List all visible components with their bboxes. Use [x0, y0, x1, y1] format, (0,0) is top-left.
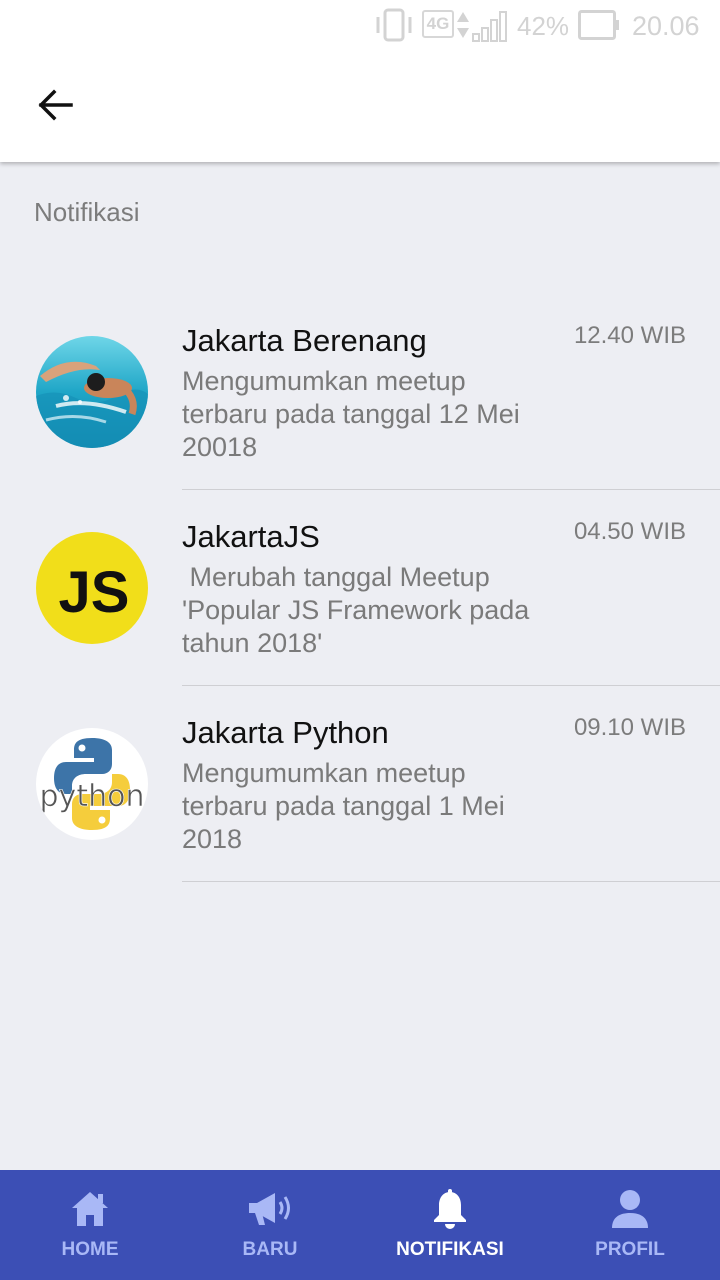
vibrate-icon: [374, 8, 414, 47]
status-bar: 4G 42% 20.06: [0, 0, 720, 52]
battery-icon: [578, 10, 620, 45]
notification-item-jakarta-berenang[interactable]: Jakarta Berenang Mengumumkan meetup terb…: [0, 294, 720, 490]
notification-message: Merubah tanggal Meetup 'Popular JS Frame…: [182, 562, 537, 658]
arrow-back-icon: [37, 89, 73, 126]
megaphone-icon: [247, 1190, 293, 1233]
python-logo-avatar: python: [36, 728, 148, 840]
nav-label: BARU: [242, 1239, 298, 1260]
page-title: Notifikasi: [34, 197, 140, 227]
person-icon: [611, 1189, 649, 1234]
nav-label: NOTIFIKASI: [396, 1239, 504, 1260]
svg-text:python: python: [40, 779, 145, 814]
notification-message: Mengumumkan meetup terbaru pada tanggal …: [182, 758, 513, 854]
notification-item-jakartajs[interactable]: JS JakartaJS Merubah tanggal Meetup 'Pop…: [0, 490, 720, 686]
signal-icon: [472, 10, 508, 47]
nav-item-profil[interactable]: PROFIL: [540, 1170, 720, 1280]
home-icon: [70, 1190, 110, 1233]
nav-item-home[interactable]: HOME: [0, 1170, 180, 1280]
back-button[interactable]: [24, 80, 86, 134]
network-arrows-icon: [456, 10, 470, 45]
bottom-navigation: HOME BARU NOTIFIKASI PROFIL: [0, 1170, 720, 1280]
bell-icon: [432, 1188, 468, 1234]
swimmer-avatar: [36, 336, 148, 448]
notification-message: Mengumumkan meetup terbaru pada tanggal …: [182, 366, 528, 462]
notification-title: JakartaJS: [182, 519, 320, 554]
notification-title: Jakarta Berenang: [182, 323, 427, 358]
battery-percent: 42%: [517, 11, 570, 41]
notification-item-jakarta-python[interactable]: python Jakarta Python Mengumumkan meetup…: [0, 686, 720, 882]
js-logo-avatar: JS: [36, 532, 148, 644]
nav-item-notifikasi[interactable]: NOTIFIKASI: [360, 1170, 540, 1280]
status-time: 20.06: [632, 11, 700, 41]
svg-text:JS: JS: [59, 560, 130, 625]
divider: [182, 881, 720, 882]
notification-time: 12.40 WIB: [573, 322, 686, 349]
nav-item-baru[interactable]: BARU: [180, 1170, 360, 1280]
notification-time: 04.50 WIB: [573, 518, 686, 545]
notification-title: Jakarta Python: [182, 715, 389, 750]
app-header: 4G 42% 20.06: [0, 0, 720, 162]
notification-time: 09.10 WIB: [573, 714, 686, 741]
nav-label: PROFIL: [595, 1239, 665, 1260]
network-type-badge: 4G: [422, 10, 454, 38]
notification-list: Jakarta Berenang Mengumumkan meetup terb…: [0, 294, 720, 882]
nav-label: HOME: [61, 1239, 119, 1260]
